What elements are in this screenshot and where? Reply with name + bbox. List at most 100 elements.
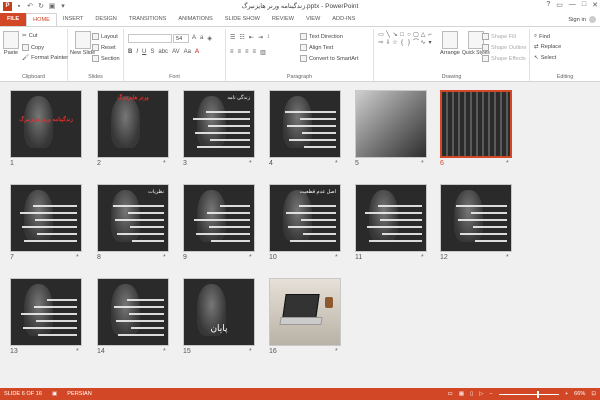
slide-preview[interactable] (183, 184, 255, 252)
numbering-icon[interactable]: ☷ (239, 34, 244, 41)
slide-preview[interactable] (355, 90, 427, 158)
align-text-button[interactable]: Align Text (300, 44, 333, 51)
normal-view-icon[interactable]: ▭ (448, 391, 453, 397)
rectangle-shape-icon[interactable]: □ (399, 32, 405, 39)
tab-review[interactable]: REVIEW (266, 13, 300, 26)
arrange-button[interactable]: Arrange (440, 31, 460, 56)
transition-star-icon[interactable]: * (421, 254, 424, 261)
tab-animations[interactable]: ANIMATIONS (172, 13, 218, 26)
align-center-icon[interactable]: ≡ (238, 49, 242, 56)
slide-preview[interactable] (269, 90, 341, 158)
start-from-beginning-icon[interactable]: ▣ (48, 3, 56, 11)
brace-right-shape-icon[interactable]: } (406, 40, 412, 47)
language[interactable]: PERSIAN (67, 391, 92, 397)
reset-button[interactable]: Reset (92, 44, 116, 51)
close-icon[interactable]: ✕ (592, 1, 598, 9)
text-direction-button[interactable]: Text Direction (300, 33, 343, 40)
shape-outline-button[interactable]: Shape Outline (482, 44, 526, 51)
align-left-icon[interactable]: ≡ (230, 49, 234, 56)
underline-icon[interactable]: U (142, 49, 146, 55)
customize-qat-icon[interactable]: ▾ (59, 3, 67, 11)
textbox-shape-icon[interactable]: ▭ (378, 32, 384, 39)
select-button[interactable]: ↖ Select (534, 55, 556, 61)
transition-star-icon[interactable]: * (249, 348, 252, 355)
transition-star-icon[interactable]: * (76, 348, 79, 355)
transition-star-icon[interactable]: * (335, 254, 338, 261)
slide-preview[interactable] (440, 184, 512, 252)
tab-insert[interactable]: INSERT (57, 13, 89, 26)
zoom-out-icon[interactable]: − (490, 391, 493, 397)
spellcheck-icon[interactable]: ▣ (52, 391, 57, 397)
sign-in[interactable]: Sign in (568, 16, 596, 23)
font-size-box[interactable]: 54 (173, 34, 189, 43)
more-shapes-icon[interactable]: ▾ (427, 40, 433, 47)
slide-preview[interactable]: پایان (183, 278, 255, 346)
replace-button[interactable]: ⇄ Replace (534, 44, 561, 50)
tab-view[interactable]: VIEW (300, 13, 326, 26)
maximize-icon[interactable]: □ (582, 1, 586, 9)
format-painter-button[interactable]: 🖌 Format Painter (22, 55, 68, 61)
slideshow-view-icon[interactable]: ▷ (479, 391, 483, 397)
font-color-icon[interactable]: A (195, 49, 199, 55)
undo-icon[interactable]: ↶ (26, 3, 34, 11)
slide-preview[interactable]: اصل عدم قطعیت (269, 184, 341, 252)
columns-icon[interactable]: ▥ (260, 49, 266, 56)
font-name-box[interactable] (128, 34, 172, 43)
shadow-icon[interactable]: S (150, 49, 154, 55)
shape-fill-button[interactable]: Shape Fill (482, 33, 516, 40)
transition-star-icon[interactable]: * (506, 254, 509, 261)
align-right-icon[interactable]: ≡ (245, 49, 249, 56)
line-spacing-icon[interactable]: ↕ (267, 34, 270, 41)
freeform-shape-icon[interactable]: ∿ (420, 40, 426, 47)
bold-icon[interactable]: B (128, 49, 132, 55)
decrease-indent-icon[interactable]: ⇤ (249, 34, 254, 41)
redo-icon[interactable]: ↻ (37, 3, 45, 11)
transition-star-icon[interactable]: * (163, 254, 166, 261)
justify-icon[interactable]: ≡ (253, 49, 257, 56)
slide-sorter-view-icon[interactable]: ▦ (459, 391, 464, 397)
transition-star-icon[interactable]: * (249, 160, 252, 167)
brace-shape-icon[interactable]: { (399, 40, 405, 47)
section-button[interactable]: Section (92, 55, 120, 62)
find-button[interactable]: ⌕ Find (534, 33, 550, 40)
zoom-slider[interactable] (498, 390, 559, 398)
slide-preview[interactable] (10, 184, 82, 252)
layout-button[interactable]: Layout (92, 33, 118, 40)
slide-preview[interactable] (10, 278, 82, 346)
char-spacing-icon[interactable]: AV (172, 49, 180, 55)
transition-star-icon[interactable]: * (421, 160, 424, 167)
shape-effects-button[interactable]: Shape Effects (482, 55, 526, 62)
connector-shape-icon[interactable]: ⌐ (427, 32, 433, 39)
italic-icon[interactable]: I (136, 49, 138, 55)
tab-slide-show[interactable]: SLIDE SHOW (219, 13, 266, 26)
triangle-shape-icon[interactable]: △ (420, 32, 426, 39)
slide-preview[interactable] (440, 90, 512, 158)
cut-button[interactable]: ✂ Cut (22, 33, 37, 39)
slide-preview[interactable] (97, 278, 169, 346)
change-case-icon[interactable]: Aa (184, 49, 191, 55)
zoom-level[interactable]: 66% (574, 391, 585, 397)
increase-font-icon[interactable]: A (192, 35, 196, 42)
slide-preview[interactable]: زندگینامه ورنر هایزنبرگ (10, 90, 82, 158)
powerpoint-app-icon[interactable]: P (3, 2, 12, 11)
strikethrough-icon[interactable]: abc (158, 49, 168, 55)
save-icon[interactable]: ▪ (15, 3, 23, 11)
copy-button[interactable]: Copy (22, 44, 44, 51)
tab-design[interactable]: DESIGN (89, 13, 122, 26)
arrow-line-shape-icon[interactable]: ↘ (392, 32, 398, 39)
help-icon[interactable]: ? (546, 1, 550, 9)
rounded-rect-shape-icon[interactable]: ▢ (413, 32, 419, 39)
transition-star-icon[interactable]: * (163, 160, 166, 167)
slide-preview[interactable] (355, 184, 427, 252)
transition-star-icon[interactable]: * (335, 348, 338, 355)
curve-shape-icon[interactable]: ⌒ (413, 40, 419, 47)
reading-view-icon[interactable]: ▯ (470, 391, 473, 397)
zoom-slider-thumb[interactable] (537, 390, 540, 398)
transition-star-icon[interactable]: * (335, 160, 338, 167)
transition-star-icon[interactable]: * (76, 254, 79, 261)
convert-smartart-button[interactable]: Convert to SmartArt (300, 55, 358, 62)
ribbon-display-options-icon[interactable]: ▭ (556, 1, 563, 9)
minimize-icon[interactable]: — (569, 1, 576, 9)
bullets-icon[interactable]: ☰ (230, 34, 235, 41)
clear-formatting-icon[interactable]: ◈ (207, 35, 212, 42)
